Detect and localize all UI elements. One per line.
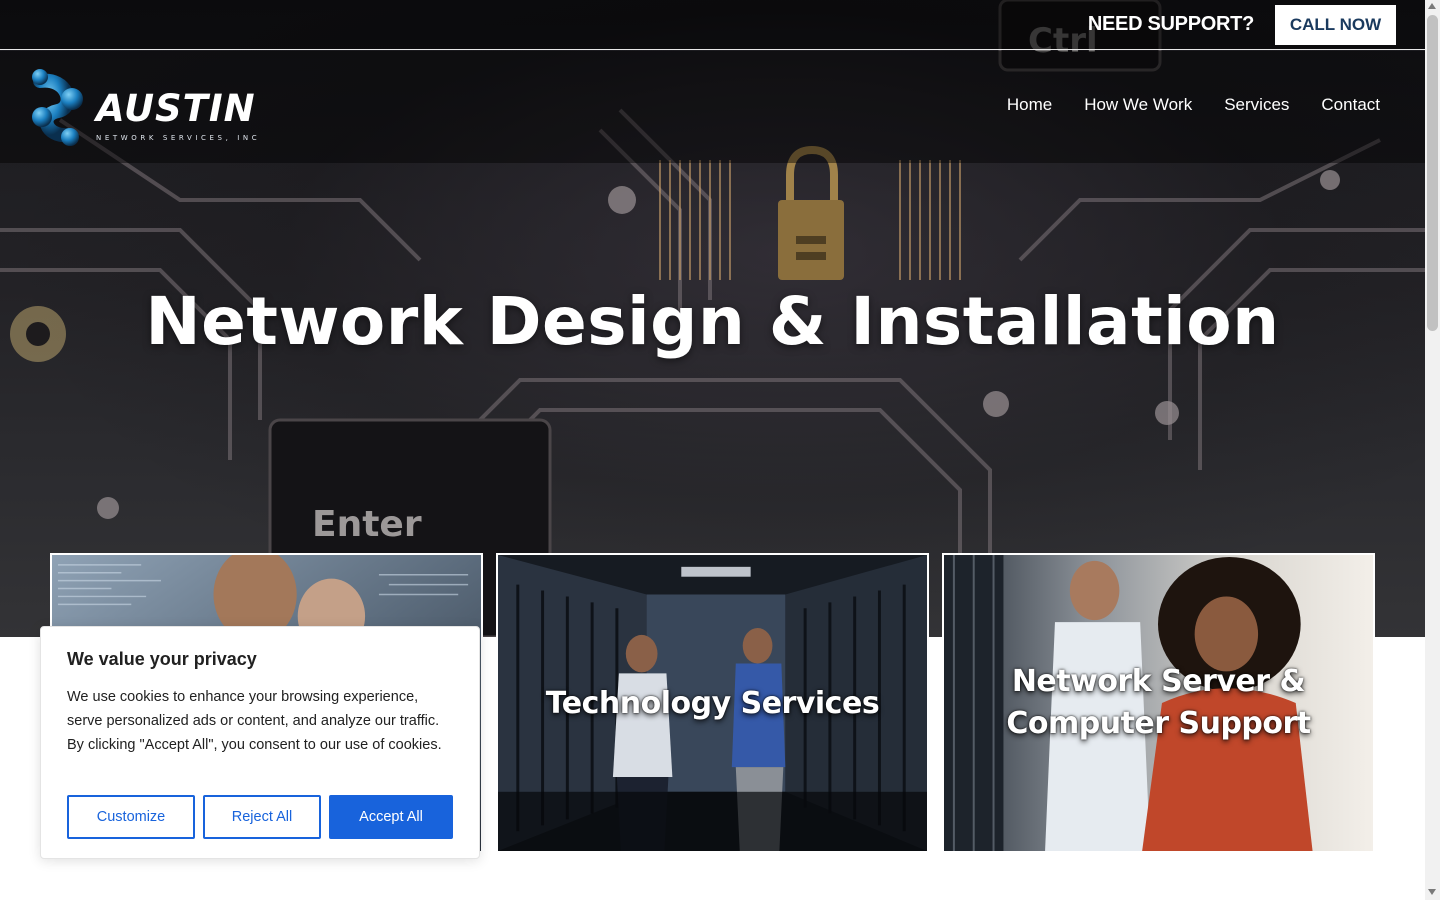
brand-name: AUSTIN bbox=[96, 87, 256, 130]
need-support-text: NEED SUPPORT? bbox=[1087, 13, 1254, 35]
cookie-title: We value your privacy bbox=[67, 649, 257, 669]
nav-contact[interactable]: Contact bbox=[1321, 95, 1380, 115]
scroll-down-arrow-icon[interactable] bbox=[1428, 889, 1436, 895]
card-label-technology: Technology Services bbox=[545, 686, 880, 721]
cookie-reject-button[interactable]: Reject All bbox=[203, 795, 321, 839]
card-label-network-support: Network Server & Computer Support bbox=[944, 661, 1373, 745]
card-label-line-1: Network Server & bbox=[1011, 664, 1306, 699]
cookie-accept-button[interactable]: Accept All bbox=[329, 795, 453, 839]
nav-how-we-work[interactable]: How We Work bbox=[1084, 95, 1192, 115]
cookie-customize-button[interactable]: Customize bbox=[67, 795, 195, 839]
nav-home[interactable]: Home bbox=[1007, 95, 1052, 115]
scroll-up-arrow-icon[interactable] bbox=[1428, 3, 1436, 9]
network-molecule-icon bbox=[32, 69, 83, 146]
service-card-network-support[interactable]: Network Server & Computer Support bbox=[942, 553, 1375, 853]
hero-title: Network Design & Installation bbox=[145, 283, 1280, 360]
top-bar: NEED SUPPORT? CALL NOW bbox=[0, 0, 1425, 50]
cookie-description: We use cookies to enhance your browsing … bbox=[67, 689, 442, 753]
main-header: AUSTIN NETWORK SERVICES, INC Home How We… bbox=[0, 51, 1425, 163]
padlock-icon bbox=[778, 145, 844, 280]
page-scrollbar[interactable] bbox=[1425, 0, 1440, 900]
nav-services[interactable]: Services bbox=[1224, 95, 1289, 115]
call-now-button[interactable]: CALL NOW bbox=[1275, 5, 1396, 45]
card-label-line-2: Computer Support bbox=[1006, 706, 1311, 741]
enter-key-label: Enter bbox=[312, 504, 422, 545]
cookie-consent-banner: We value your privacy We use cookies to … bbox=[40, 626, 480, 859]
service-card-technology[interactable]: Technology Services bbox=[496, 553, 929, 853]
scrollbar-thumb[interactable] bbox=[1427, 15, 1438, 331]
cookie-actions: Customize Reject All Accept All bbox=[67, 795, 453, 839]
main-nav: Home How We Work Services Contact bbox=[1007, 95, 1380, 115]
site-logo[interactable]: AUSTIN NETWORK SERVICES, INC bbox=[28, 67, 284, 147]
brand-subtitle: NETWORK SERVICES, INC bbox=[96, 134, 261, 142]
